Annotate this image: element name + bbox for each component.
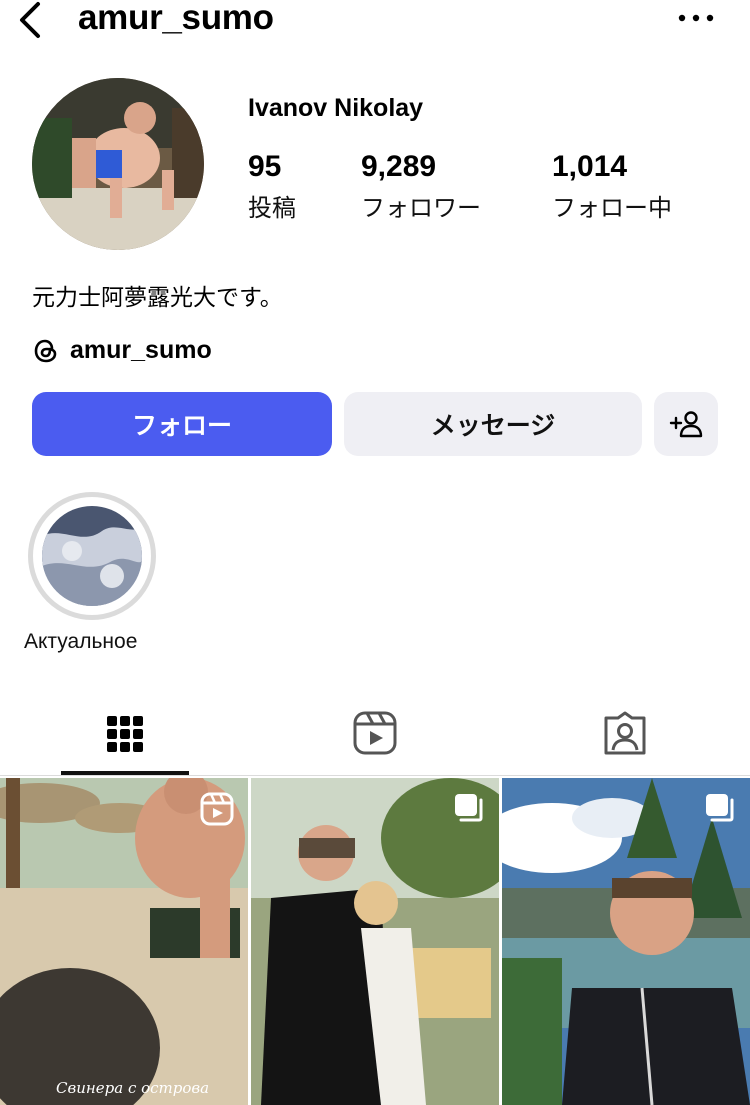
- stat-following[interactable]: 1,014 フォロー中: [552, 150, 672, 223]
- reel-badge-icon: [200, 792, 234, 831]
- reels-icon: [353, 711, 397, 755]
- more-button[interactable]: [676, 10, 716, 26]
- bio: 元力士阿夢露光大です。: [32, 284, 283, 310]
- top-bar: amur_sumo: [0, 0, 750, 44]
- threads-handle: amur_sumo: [70, 336, 212, 364]
- suggest-people-button[interactable]: [654, 392, 718, 456]
- post-thumbnail[interactable]: [502, 778, 750, 1105]
- avatar[interactable]: [32, 78, 204, 250]
- tab-reels[interactable]: [250, 700, 500, 776]
- stat-posts[interactable]: 95 投稿: [248, 150, 296, 223]
- threads-icon: [34, 339, 57, 362]
- post-thumbnail[interactable]: Свинера с острова: [0, 778, 248, 1105]
- chevron-left-icon: [20, 2, 40, 38]
- back-button[interactable]: [14, 0, 50, 40]
- carousel-badge-icon: [704, 792, 736, 829]
- post-thumbnail[interactable]: [251, 778, 499, 1105]
- tagged-icon: [604, 711, 646, 755]
- post-caption: Свинера с острова: [56, 1079, 210, 1097]
- highlight-cover: [42, 506, 142, 606]
- more-dots-icon: [678, 14, 714, 22]
- stat-posts-label: 投稿: [248, 195, 296, 222]
- stat-following-label: フォロー中: [552, 195, 672, 222]
- page-title: amur_sumo: [78, 0, 274, 37]
- stat-followers-count: 9,289: [361, 150, 437, 183]
- tab-posts[interactable]: [0, 700, 250, 776]
- grid-icon: [107, 716, 143, 752]
- follow-button[interactable]: フォロー: [32, 392, 332, 456]
- story-highlight[interactable]: [28, 492, 156, 620]
- carousel-badge-icon: [453, 792, 485, 829]
- avatar-photo: [32, 78, 204, 250]
- stat-followers[interactable]: 9,289 フォロワー: [361, 150, 481, 223]
- active-tab-indicator: [61, 771, 189, 775]
- add-person-icon: [669, 411, 703, 438]
- stat-followers-label: フォロワー: [361, 195, 481, 222]
- tab-tagged[interactable]: [500, 700, 750, 776]
- highlight-label: Актуальное: [24, 630, 138, 653]
- stat-posts-count: 95: [248, 150, 282, 183]
- posts-grid: Свинера с острова: [0, 778, 750, 1105]
- message-button[interactable]: メッセージ: [344, 392, 642, 456]
- display-name: Ivanov Nikolay: [248, 94, 424, 122]
- stat-following-count: 1,014: [552, 150, 628, 183]
- profile-tabs: [0, 700, 750, 776]
- threads-link[interactable]: amur_sumo: [32, 336, 212, 365]
